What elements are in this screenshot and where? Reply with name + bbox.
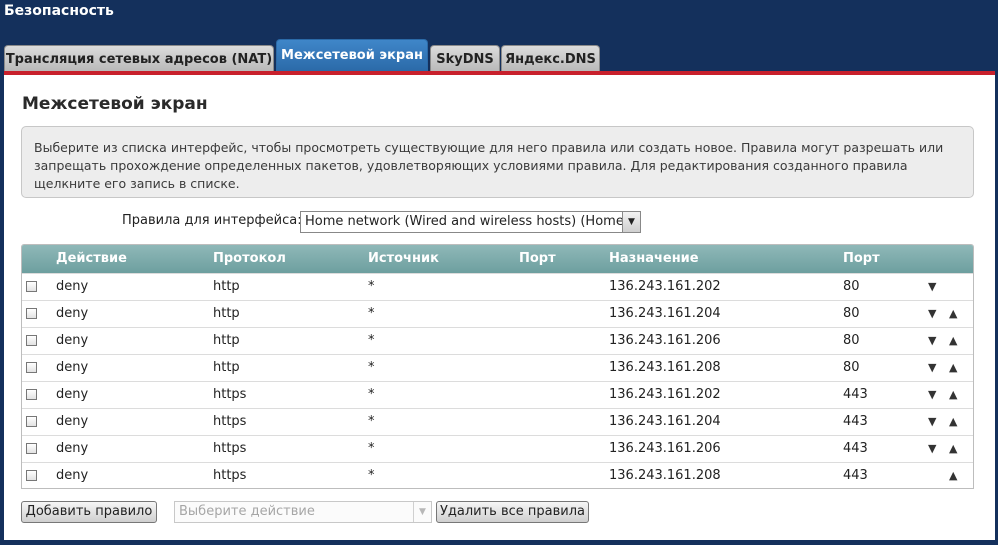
move-up-icon[interactable]: ▲ bbox=[949, 334, 957, 347]
table-row[interactable]: deny http * 136.243.161.202 80 ▼ bbox=[22, 273, 973, 300]
rule-source: * bbox=[368, 279, 375, 294]
table-row[interactable]: deny https * 136.243.161.204 443 ▼ ▲ bbox=[22, 408, 973, 435]
rule-destination: 136.243.161.208 bbox=[609, 468, 721, 483]
rule-protocol: http bbox=[213, 360, 240, 375]
move-up-icon[interactable]: ▲ bbox=[949, 388, 957, 401]
rule-port: 80 bbox=[843, 306, 860, 321]
col-dest-port[interactable]: Порт bbox=[843, 251, 880, 266]
rule-action: deny bbox=[56, 387, 89, 402]
rule-port: 443 bbox=[843, 414, 868, 429]
row-checkbox[interactable] bbox=[26, 281, 37, 292]
rule-destination: 136.243.161.206 bbox=[609, 441, 721, 456]
row-checkbox[interactable] bbox=[26, 470, 37, 481]
row-checkbox[interactable] bbox=[26, 416, 37, 427]
move-up-icon[interactable]: ▲ bbox=[949, 361, 957, 374]
table-row[interactable]: deny http * 136.243.161.204 80 ▼ ▲ bbox=[22, 300, 973, 327]
table-row[interactable]: deny https * 136.243.161.206 443 ▼ ▲ bbox=[22, 435, 973, 462]
rule-action: deny bbox=[56, 306, 89, 321]
rule-protocol: http bbox=[213, 279, 240, 294]
rule-port: 443 bbox=[843, 468, 868, 483]
rule-action: deny bbox=[56, 360, 89, 375]
move-down-icon[interactable]: ▼ bbox=[928, 388, 936, 401]
page-title: Межсетевой экран bbox=[22, 94, 208, 114]
move-up-icon[interactable]: ▲ bbox=[949, 469, 957, 482]
rule-destination: 136.243.161.204 bbox=[609, 306, 721, 321]
move-up-icon[interactable]: ▲ bbox=[949, 415, 957, 428]
col-action[interactable]: Действие bbox=[56, 251, 127, 266]
tab-yandex-dns[interactable]: Яндекс.DNS bbox=[501, 45, 600, 71]
rule-action: deny bbox=[56, 441, 89, 456]
row-checkbox[interactable] bbox=[26, 308, 37, 319]
rule-destination: 136.243.161.208 bbox=[609, 360, 721, 375]
rule-source: * bbox=[368, 414, 375, 429]
row-checkbox[interactable] bbox=[26, 335, 37, 346]
move-up-icon[interactable]: ▲ bbox=[949, 307, 957, 320]
rule-action: deny bbox=[56, 279, 89, 294]
rule-destination: 136.243.161.206 bbox=[609, 333, 721, 348]
rule-action: deny bbox=[56, 414, 89, 429]
table-row[interactable]: deny https * 136.243.161.202 443 ▼ ▲ bbox=[22, 381, 973, 408]
move-down-icon[interactable]: ▼ bbox=[928, 361, 936, 374]
table-row[interactable]: deny http * 136.243.161.208 80 ▼ ▲ bbox=[22, 354, 973, 381]
delete-all-rules-button[interactable]: Удалить все правила bbox=[436, 501, 589, 523]
rule-source: * bbox=[368, 387, 375, 402]
chevron-down-icon[interactable]: ▼ bbox=[622, 212, 640, 232]
rule-port: 80 bbox=[843, 333, 860, 348]
rule-port: 443 bbox=[843, 387, 868, 402]
rule-destination: 136.243.161.204 bbox=[609, 414, 721, 429]
table-row[interactable]: deny http * 136.243.161.206 80 ▼ ▲ bbox=[22, 327, 973, 354]
rule-port: 80 bbox=[843, 360, 860, 375]
info-box: Выберите из списка интерфейс, чтобы прос… bbox=[21, 126, 974, 198]
rule-action: deny bbox=[56, 468, 89, 483]
col-protocol[interactable]: Протокол bbox=[213, 251, 286, 266]
main-panel: Межсетевой экран Выберите из списка инте… bbox=[4, 75, 995, 540]
action-select[interactable]: Выберите действие ▼ bbox=[174, 501, 432, 523]
chevron-down-icon[interactable]: ▼ bbox=[413, 502, 431, 522]
add-rule-button[interactable]: Добавить правило bbox=[21, 501, 157, 523]
move-down-icon[interactable]: ▼ bbox=[928, 280, 936, 293]
tab-firewall[interactable]: Межсетевой экран bbox=[276, 39, 428, 71]
row-checkbox[interactable] bbox=[26, 389, 37, 400]
col-destination[interactable]: Назначение bbox=[609, 251, 699, 266]
tab-nat[interactable]: Трансляция сетевых адресов (NAT) bbox=[4, 45, 274, 71]
table-header: Действие Протокол Источник Порт Назначен… bbox=[22, 245, 973, 273]
rule-source: * bbox=[368, 360, 375, 375]
interface-select-value: Home network (Wired and wireless hosts) … bbox=[305, 214, 629, 229]
rule-port: 443 bbox=[843, 441, 868, 456]
rules-table: Действие Протокол Источник Порт Назначен… bbox=[21, 244, 974, 489]
col-source[interactable]: Источник bbox=[368, 251, 439, 266]
action-select-placeholder: Выберите действие bbox=[179, 504, 315, 519]
rule-protocol: https bbox=[213, 441, 247, 456]
row-checkbox[interactable] bbox=[26, 362, 37, 373]
move-up-icon[interactable]: ▲ bbox=[949, 442, 957, 455]
rule-destination: 136.243.161.202 bbox=[609, 387, 721, 402]
app-title: Безопасность bbox=[4, 3, 114, 19]
rule-protocol: https bbox=[213, 387, 247, 402]
rule-port: 80 bbox=[843, 279, 860, 294]
rule-action: deny bbox=[56, 333, 89, 348]
rule-source: * bbox=[368, 333, 375, 348]
rule-source: * bbox=[368, 468, 375, 483]
move-down-icon[interactable]: ▼ bbox=[928, 415, 936, 428]
rule-destination: 136.243.161.202 bbox=[609, 279, 721, 294]
rule-protocol: https bbox=[213, 414, 247, 429]
rule-protocol: http bbox=[213, 333, 240, 348]
rule-source: * bbox=[368, 441, 375, 456]
move-down-icon[interactable]: ▼ bbox=[928, 334, 936, 347]
interface-label: Правила для интерфейса: bbox=[122, 213, 302, 228]
rule-protocol: http bbox=[213, 306, 240, 321]
col-source-port[interactable]: Порт bbox=[519, 251, 556, 266]
move-down-icon[interactable]: ▼ bbox=[928, 442, 936, 455]
move-down-icon[interactable]: ▼ bbox=[928, 307, 936, 320]
rule-source: * bbox=[368, 306, 375, 321]
interface-select[interactable]: Home network (Wired and wireless hosts) … bbox=[300, 211, 641, 233]
rule-protocol: https bbox=[213, 468, 247, 483]
table-row[interactable]: deny https * 136.243.161.208 443 ▲ bbox=[22, 462, 973, 488]
tab-skydns[interactable]: SkyDNS bbox=[430, 45, 500, 71]
row-checkbox[interactable] bbox=[26, 443, 37, 454]
